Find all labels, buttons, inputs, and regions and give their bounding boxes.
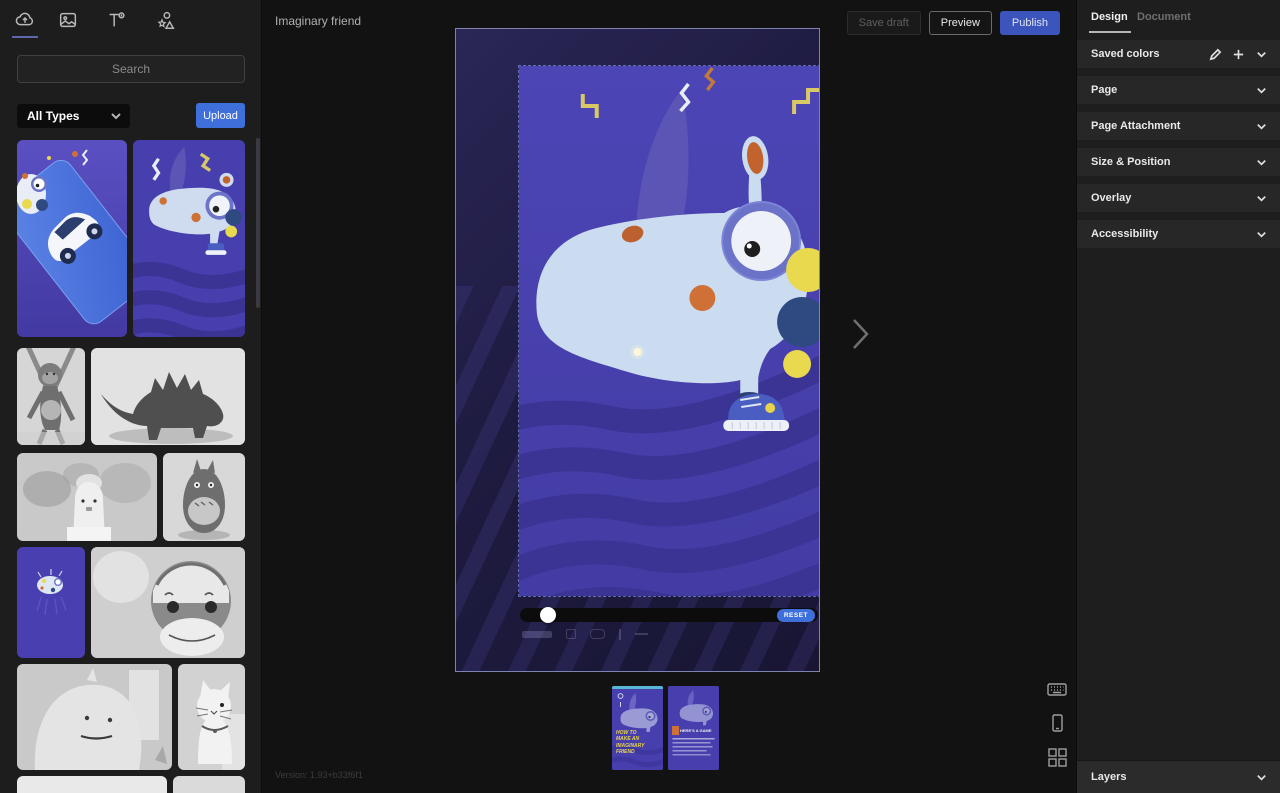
tab-document[interactable]: Document [1137, 11, 1191, 23]
app-window: All Types Upload [0, 0, 1280, 793]
header-actions: Save draft Preview Publish [847, 11, 1060, 35]
layers-section[interactable]: Layers [1077, 760, 1280, 793]
thumbnail-sock-monkey[interactable] [91, 547, 245, 658]
chevron-down-icon[interactable] [1255, 228, 1268, 241]
page2-title-text: HERE'S A GAME [680, 728, 712, 733]
save-draft-button[interactable]: Save draft [847, 11, 921, 35]
sidebar-scrollbar[interactable] [256, 138, 260, 308]
thumbnail-light-b[interactable] [173, 776, 245, 793]
panel-tabs: Design Document [1077, 0, 1280, 36]
ghost-divider [619, 629, 621, 640]
chevron-down-icon[interactable] [1255, 48, 1268, 61]
chevron-down-icon[interactable] [1255, 771, 1268, 784]
plus-icon[interactable] [1232, 48, 1245, 61]
canvas-area: Imaginary friend Save draft Preview Publ… [262, 0, 1076, 793]
thumbnail-totoro[interactable] [163, 453, 245, 541]
section-label: Page [1077, 84, 1255, 96]
design-frame[interactable]: RESET [455, 28, 820, 672]
chevron-down-icon[interactable] [1255, 120, 1268, 133]
zoom-slider-knob[interactable] [540, 607, 556, 623]
version-text: Version: 1.93+b33f6f1 [275, 770, 363, 780]
ghost-minus-icon [635, 633, 648, 635]
document-title: Imaginary friend [275, 14, 361, 28]
zoom-slider: RESET [520, 606, 818, 624]
thumbnail-plush-creature[interactable] [17, 664, 172, 770]
page2-accent-block [672, 726, 679, 735]
layers-label: Layers [1077, 771, 1255, 783]
chevron-down-icon[interactable] [1255, 192, 1268, 205]
text-tab-text-icon[interactable] [103, 8, 129, 34]
sidebar-toolbar [0, 0, 261, 44]
thumbnail-stegosaurus[interactable] [91, 348, 245, 445]
selected-page-indicator [612, 686, 663, 689]
ghost-page-label [522, 631, 552, 638]
active-tool-underline [12, 36, 38, 38]
page-thumbnails: HOW TO MAKE AN IMAGINARY FRIEND [612, 686, 719, 770]
section-label: Size & Position [1077, 156, 1255, 168]
thumbnail-cat-figurine[interactable] [178, 664, 245, 770]
preview-button[interactable]: Preview [929, 11, 992, 35]
thumbnail-imaginary-friend[interactable] [133, 140, 245, 337]
uploads-tab-cloud-icon[interactable] [12, 8, 38, 34]
pencil-icon[interactable] [1209, 48, 1222, 61]
design-panel: Design Document Saved colors Page Page A… [1076, 0, 1280, 793]
type-filter-label: All Types [17, 109, 110, 123]
ghost-page-toolbar [522, 627, 762, 641]
section-size-position[interactable]: Size & Position [1077, 148, 1280, 176]
thumbnail-small-creature[interactable] [17, 547, 85, 658]
media-sidebar: All Types Upload [0, 0, 262, 793]
thumbnail-light-a[interactable] [17, 776, 167, 793]
section-page-attachment[interactable]: Page Attachment [1077, 112, 1280, 140]
zoom-reset-button[interactable]: RESET [777, 609, 815, 622]
next-page-chevron[interactable] [845, 312, 875, 356]
search-input[interactable] [17, 55, 245, 83]
section-overlay[interactable]: Overlay [1077, 184, 1280, 212]
view-mode-icons [1045, 678, 1071, 780]
artboard-page[interactable] [519, 66, 820, 596]
section-accessibility[interactable]: Accessibility [1077, 220, 1280, 248]
page-thumbnail-2[interactable]: HERE'S A GAME [668, 686, 719, 770]
keyboard-shortcuts-icon[interactable] [1045, 678, 1069, 702]
section-label: Saved colors [1077, 48, 1209, 60]
page-thumbnail-1[interactable]: HOW TO MAKE AN IMAGINARY FRIEND [612, 686, 663, 770]
thumbnail-wooden-monkey[interactable] [17, 348, 85, 445]
active-tab-underline [1089, 31, 1131, 33]
chevron-down-icon [110, 110, 122, 122]
section-label: Accessibility [1077, 228, 1255, 240]
section-icons [1209, 48, 1280, 61]
thumbnail-phone-car[interactable] [17, 140, 127, 337]
section-saved-colors[interactable]: Saved colors [1077, 40, 1280, 68]
upload-button[interactable]: Upload [196, 103, 245, 128]
search-field-wrap [17, 55, 245, 83]
chevron-down-icon[interactable] [1255, 156, 1268, 169]
zoom-slider-track[interactable] [520, 608, 818, 622]
ghost-layout-icon [590, 629, 605, 639]
thumbnail-plush-figures[interactable] [17, 453, 157, 541]
mobile-preview-icon[interactable] [1045, 712, 1069, 736]
images-tab-image-icon[interactable] [55, 8, 81, 34]
grid-view-icon[interactable] [1045, 746, 1069, 770]
publish-button[interactable]: Publish [1000, 11, 1060, 35]
elements-tab-shapes-icon[interactable] [153, 8, 179, 34]
page1-title-text: HOW TO MAKE AN IMAGINARY FRIEND [616, 730, 650, 755]
chevron-down-icon[interactable] [1255, 84, 1268, 97]
tab-design[interactable]: Design [1091, 11, 1128, 23]
ghost-duplicate-icon [566, 629, 576, 639]
imaginary-friend-artwork [519, 66, 820, 596]
section-label: Page Attachment [1077, 120, 1255, 132]
section-page[interactable]: Page [1077, 76, 1280, 104]
type-filter-dropdown[interactable]: All Types [17, 104, 130, 128]
section-label: Overlay [1077, 192, 1255, 204]
